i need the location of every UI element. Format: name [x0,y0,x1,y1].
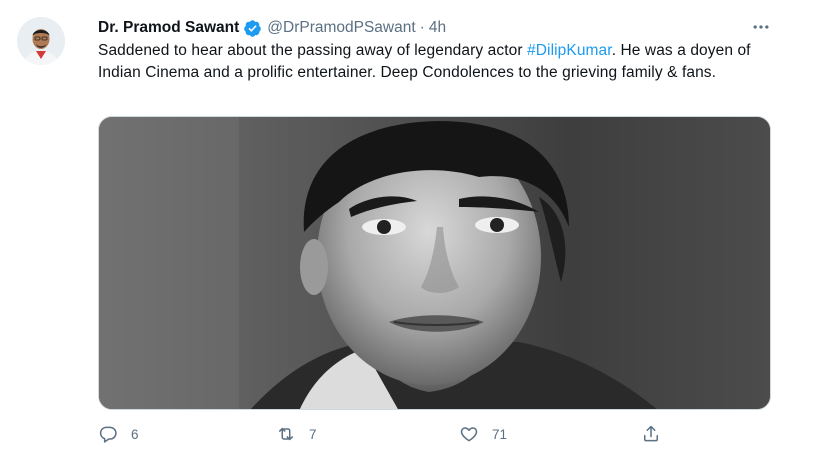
tweet-card[interactable]: Dr. Pramod Sawant @DrPramodPSawant · 4h … [0,0,801,450]
more-horizontal-icon [753,25,769,29]
tweet-header: Dr. Pramod Sawant @DrPramodPSawant · 4h [98,17,446,39]
heart-icon [460,427,478,442]
like-button[interactable]: 71 [459,422,507,446]
tweet-text-before: Saddened to hear about the passing away … [98,42,528,59]
tweet-photo[interactable] [98,116,771,410]
like-count: 71 [492,426,508,442]
page-gutter [800,0,825,450]
hashtag-link[interactable]: #DilipKumar [527,42,612,59]
reply-icon [99,426,117,443]
author-name[interactable]: Dr. Pramod Sawant [98,19,239,37]
retweet-icon [279,427,293,441]
verified-badge-icon [243,19,262,38]
author-handle[interactable]: @DrPramodPSawant [267,19,415,37]
tweet-text: Saddened to hear about the passing away … [98,40,788,83]
share-icon [644,425,658,442]
share-button[interactable] [641,422,661,446]
tweet-timestamp[interactable]: 4h [429,19,446,37]
retweet-count: 7 [309,426,317,442]
portrait-photo [99,117,770,409]
retweet-button[interactable]: 7 [276,422,317,446]
avatar[interactable] [17,17,65,65]
more-options-button[interactable] [748,14,774,40]
tweet-actions: 6 7 71 [98,422,678,446]
separator-dot: · [419,19,425,36]
reply-button[interactable]: 6 [98,422,139,446]
reply-count: 6 [131,426,139,442]
avatar-image [17,17,65,65]
